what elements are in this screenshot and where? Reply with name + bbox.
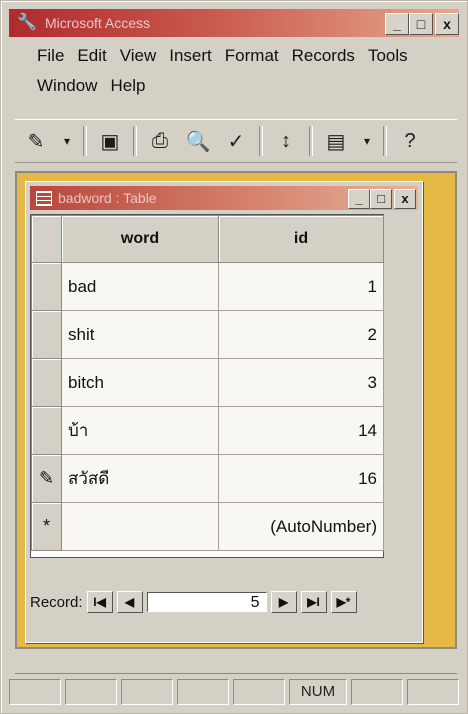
workspace-bottom-border [15,649,457,674]
table-row: บ้า 14 [31,406,384,455]
table-row: shit 2 [31,310,384,359]
app-titlebar[interactable]: 🔧 Microsoft Access _ □ x [9,9,459,37]
column-header-word[interactable]: word [61,215,219,263]
close-button[interactable]: x [435,13,459,35]
edit-pencil-icon[interactable]: ✎ [31,454,62,503]
status-panel [121,679,173,705]
table-minimize-button[interactable]: _ [348,189,370,209]
last-record-button[interactable]: ▶I [300,591,327,613]
table-close-button[interactable]: x [394,189,416,209]
datasheet-icon [36,191,52,206]
row-selector[interactable] [31,406,62,455]
status-panel [407,679,459,705]
cell-word-editing[interactable]: สวัสดี [61,454,219,503]
record-label: Record: [30,593,83,611]
toolbar-separator [133,126,137,156]
cell-word[interactable]: บ้า [61,406,219,455]
menu-file[interactable]: File [37,46,64,66]
row-selector[interactable] [31,310,62,359]
menu-window[interactable]: Window [37,76,97,96]
status-bar: NUM [9,677,459,707]
maximize-button[interactable]: □ [409,13,433,35]
menu-view[interactable]: View [120,46,157,66]
status-panel [65,679,117,705]
toolbar-separator [383,126,387,156]
cell-id[interactable]: 14 [218,406,384,455]
help-icon[interactable]: ? [395,126,425,156]
toolbar: ✎ ▾ ▣ ⎙ 🔍 ✓ ↕ ▤ ▾ ? [15,119,457,163]
table-row-editing: ✎ สวัสดี 16 [31,454,384,503]
table-window-title: badword : Table [58,190,157,206]
design-view-icon[interactable]: ✎ [21,126,51,156]
sort-icon[interactable]: ↕ [271,126,301,156]
table-window: badword : Table _ □ x word id bad 1 shit… [25,181,423,643]
access-key-icon: 🔧 [17,14,37,31]
table-maximize-button[interactable]: □ [370,189,392,209]
toolbar-separator [259,126,263,156]
select-all-corner[interactable] [31,215,62,263]
menu-insert[interactable]: Insert [169,46,212,66]
menu-format[interactable]: Format [225,46,279,66]
dropdown-arrow-icon[interactable]: ▾ [359,126,375,156]
datasheet-grid: word id bad 1 shit 2 bitch 3 บ้า 14 ✎ สว… [30,214,384,558]
cell-id[interactable]: 1 [218,262,384,311]
new-record-button[interactable]: ▶* [330,591,357,613]
menu-bar: File Edit View Insert Format Records Too… [37,41,457,101]
cell-word[interactable]: bad [61,262,219,311]
status-panel [233,679,285,705]
access-window: 🔧 Microsoft Access _ □ x File Edit View … [0,0,468,714]
status-panel [9,679,61,705]
row-selector[interactable] [31,358,62,407]
status-panel [177,679,229,705]
cell-id[interactable]: 16 [218,454,384,503]
new-record-icon[interactable]: * [31,502,62,551]
cell-word[interactable] [61,502,219,551]
cell-id-autonumber[interactable]: (AutoNumber) [218,502,384,551]
cell-id[interactable]: 3 [218,358,384,407]
cell-word[interactable]: shit [61,310,219,359]
menu-tools[interactable]: Tools [368,46,408,66]
dropdown-arrow-icon[interactable]: ▾ [59,126,75,156]
new-record-row: * (AutoNumber) [31,502,384,551]
table-row: bitch 3 [31,358,384,407]
first-record-button[interactable]: I◀ [86,591,113,613]
column-header-id[interactable]: id [218,215,384,263]
save-icon[interactable]: ▣ [95,126,125,156]
table-window-titlebar[interactable]: badword : Table _ □ x [30,186,418,210]
cell-id[interactable]: 2 [218,310,384,359]
previous-record-button[interactable]: ◀ [116,591,143,613]
menu-help[interactable]: Help [110,76,145,96]
num-lock-indicator: NUM [289,679,347,705]
record-navigation: Record: I◀ ◀ 5 ▶ ▶I ▶* [30,588,418,616]
minimize-button[interactable]: _ [385,13,409,35]
status-panel [351,679,403,705]
print-icon[interactable]: ⎙ [145,126,175,156]
menu-records[interactable]: Records [292,46,355,66]
table-row: bad 1 [31,262,384,311]
record-number-input[interactable]: 5 [146,592,267,612]
new-object-icon[interactable]: ▤ [321,126,351,156]
app-title: Microsoft Access [45,15,151,31]
mdi-workspace: badword : Table _ □ x word id bad 1 shit… [15,171,457,649]
print-preview-icon[interactable]: 🔍 [183,126,213,156]
next-record-button[interactable]: ▶ [270,591,297,613]
cell-word[interactable]: bitch [61,358,219,407]
spelling-icon[interactable]: ✓ [221,126,251,156]
toolbar-separator [83,126,87,156]
toolbar-separator [309,126,313,156]
row-selector[interactable] [31,262,62,311]
menu-edit[interactable]: Edit [77,46,106,66]
